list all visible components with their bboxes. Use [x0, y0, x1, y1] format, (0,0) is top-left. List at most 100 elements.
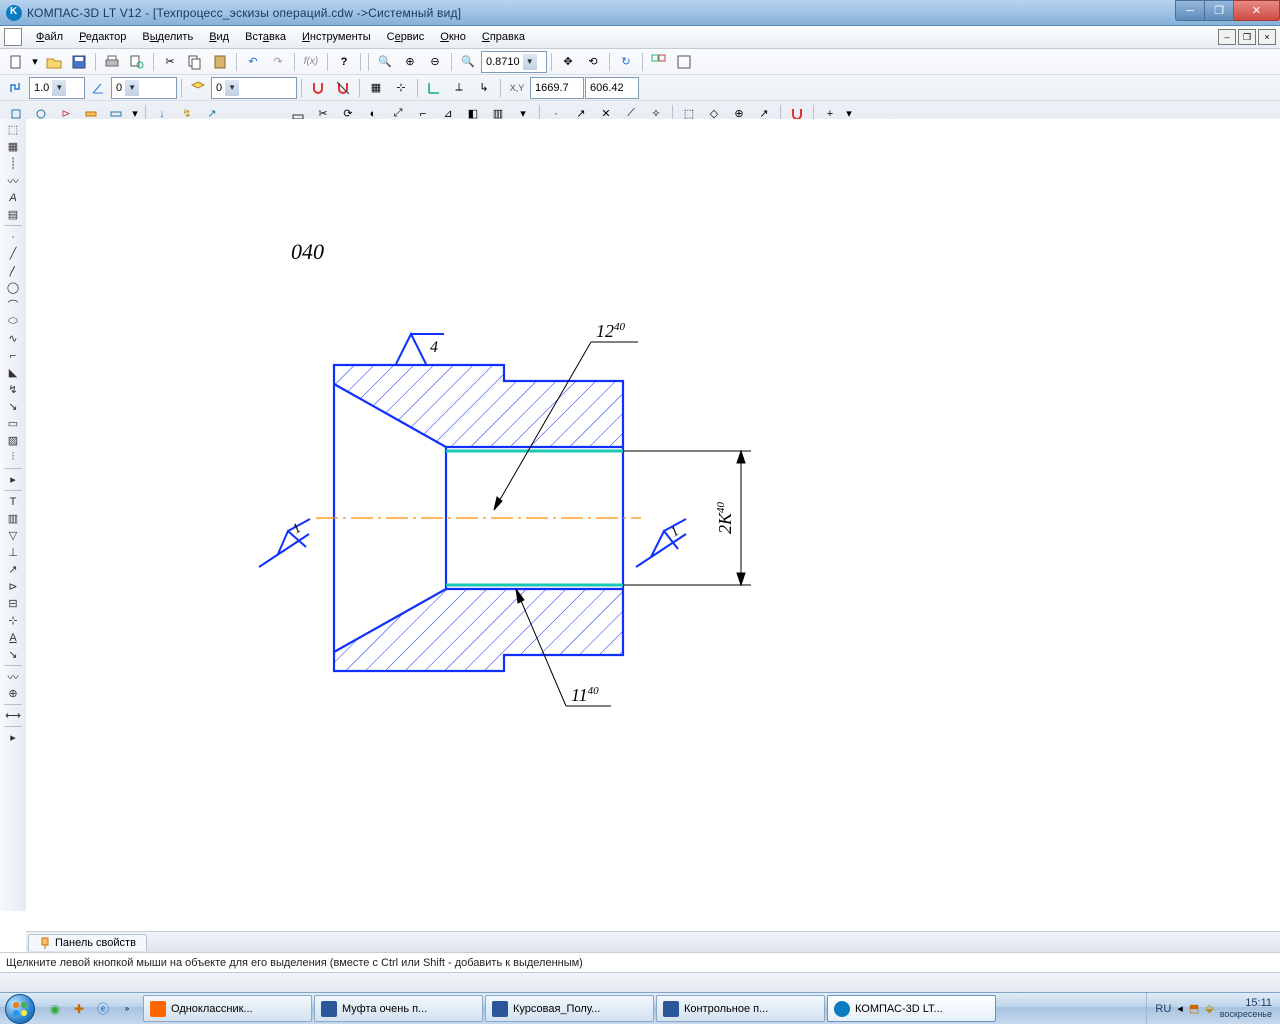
vtool-dim[interactable]: ⟷ — [2, 707, 24, 724]
vtool-fillet[interactable]: ⌐ — [2, 347, 24, 364]
preview-button[interactable] — [125, 50, 149, 74]
views-button[interactable] — [647, 50, 671, 74]
lcs-button[interactable] — [422, 76, 446, 100]
pan-button[interactable]: ✥ — [556, 50, 580, 74]
vtool-center[interactable]: ⊹ — [2, 612, 24, 629]
zoom-combo[interactable]: 0.8710▼ — [481, 51, 547, 73]
vtool-stamp[interactable]: A — [2, 629, 24, 646]
tray-icon-2[interactable]: ⬒ — [1189, 1002, 1199, 1015]
layers-button[interactable] — [186, 76, 210, 100]
step-button[interactable] — [4, 76, 28, 100]
ortho-button[interactable]: ⟂ — [447, 76, 471, 100]
undo-button[interactable]: ↶ — [241, 50, 265, 74]
task-item-0[interactable]: Одноклассник... — [143, 995, 312, 1022]
menu-window[interactable]: Окно — [432, 28, 474, 46]
vtool-spline[interactable]: ∿ — [2, 330, 24, 347]
start-button[interactable] — [0, 993, 40, 1024]
vtool-curve[interactable]: 〰 — [2, 172, 24, 189]
menu-tools[interactable]: Инструменты — [294, 28, 379, 46]
magnet1-button[interactable] — [306, 76, 330, 100]
vtool-chamfer[interactable]: ◣ — [2, 364, 24, 381]
menu-file[interactable]: Файл — [28, 28, 71, 46]
vtool-expand[interactable]: ▸ — [2, 471, 24, 488]
layer-combo[interactable]: 0▼ — [211, 77, 297, 99]
views2-button[interactable] — [672, 50, 696, 74]
window-maximize-button[interactable]: ❐ — [1205, 0, 1234, 21]
fx-button[interactable]: f(x) — [299, 50, 323, 74]
ql-utorrent-icon[interactable]: ◉ — [44, 997, 66, 1021]
vtool-text[interactable]: A — [2, 189, 24, 206]
vtool-base[interactable]: ⊥ — [2, 544, 24, 561]
task-item-3[interactable]: Контрольное п... — [656, 995, 825, 1022]
vtool-dash[interactable]: ┊ — [2, 155, 24, 172]
open-button[interactable] — [42, 50, 66, 74]
new-dropdown-icon[interactable]: ▾ — [29, 50, 41, 74]
vtool-rect[interactable]: ▭ — [2, 415, 24, 432]
vtool-expand2[interactable]: ▸ — [2, 729, 24, 746]
vtool-autoline2[interactable]: ↘ — [2, 398, 24, 415]
vtool-layers[interactable]: ▥ — [2, 510, 24, 527]
vtool-ellipse[interactable]: ⬭ — [2, 313, 24, 330]
clock[interactable]: 15:11 воскресенье — [1220, 998, 1272, 1019]
vtool-table[interactable]: ▤ — [2, 206, 24, 223]
tray-icon-1[interactable]: ◂ — [1177, 1002, 1183, 1015]
menu-service[interactable]: Сервис — [379, 28, 433, 46]
grid-snap-button[interactable]: ⊹ — [389, 76, 413, 100]
help-pointer-button[interactable]: ? — [332, 50, 356, 74]
ql-plus-icon[interactable]: ✚ — [68, 997, 90, 1021]
angle-button[interactable] — [86, 76, 110, 100]
vtool-mark[interactable]: ⊳ — [2, 578, 24, 595]
vtool-hatch[interactable]: ▨ — [2, 432, 24, 449]
vtool-select[interactable]: ⬚ — [2, 121, 24, 138]
print-button[interactable] — [100, 50, 124, 74]
task-item-4[interactable]: КОМПАС-3D LT... — [827, 995, 996, 1022]
vtool-line[interactable]: ╱ — [2, 245, 24, 262]
vtool-point[interactable]: · — [2, 228, 24, 245]
window-close-button[interactable]: ✕ — [1234, 0, 1280, 21]
vtool-wave[interactable]: 〰 — [2, 668, 24, 685]
zoom-in-button[interactable]: ⊕ — [398, 50, 422, 74]
mdi-minimize-button[interactable]: – — [1218, 29, 1236, 45]
save-button[interactable] — [67, 50, 91, 74]
mdi-restore-button[interactable]: ❐ — [1238, 29, 1256, 45]
copy-button[interactable] — [183, 50, 207, 74]
task-item-1[interactable]: Муфта очень п... — [314, 995, 483, 1022]
refresh-button[interactable]: ↻ — [614, 50, 638, 74]
vtool-leader[interactable]: ↗ — [2, 561, 24, 578]
menu-view[interactable]: Вид — [201, 28, 237, 46]
ql-more-icon[interactable]: » — [116, 997, 138, 1021]
window-minimize-button[interactable]: ─ — [1175, 0, 1205, 21]
menu-insert[interactable]: Вставка — [237, 28, 294, 46]
properties-panel-tab[interactable]: Панель свойств — [28, 934, 147, 951]
language-indicator[interactable]: RU — [1155, 1003, 1171, 1015]
zoom-out-button[interactable]: ⊖ — [423, 50, 447, 74]
ql-ie-icon[interactable]: ⓔ — [92, 997, 114, 1021]
menu-editor[interactable]: Редактор — [71, 28, 134, 46]
zoom-prev-button[interactable]: ⟲ — [581, 50, 605, 74]
vtool-centerline[interactable]: ⊕ — [2, 685, 24, 702]
vtool-textblock[interactable]: T — [2, 493, 24, 510]
tray-icon-3[interactable]: ⬙ — [1205, 1002, 1213, 1015]
coord-y-input[interactable]: 606.42 — [585, 77, 639, 99]
round-button[interactable]: ↳ — [472, 76, 496, 100]
zoom-area-button[interactable]: 🔍 — [373, 50, 397, 74]
grid-button[interactable]: ▦ — [364, 76, 388, 100]
vtool-arc[interactable]: ⌒ — [2, 296, 24, 313]
coord-x-input[interactable]: 1669.7 — [530, 77, 584, 99]
vtool-circle[interactable]: ◯ — [2, 279, 24, 296]
menu-help[interactable]: Справка — [474, 28, 533, 46]
redo-button[interactable]: ↷ — [266, 50, 290, 74]
mdi-close-button[interactable]: × — [1258, 29, 1276, 45]
new-button[interactable] — [4, 50, 28, 74]
vtool-grid[interactable]: ▦ — [2, 138, 24, 155]
vtool-rough[interactable]: ▽ — [2, 527, 24, 544]
vtool-arrow[interactable]: ↘ — [2, 646, 24, 663]
linewidth-combo[interactable]: 1.0▼ — [29, 77, 85, 99]
cut-button[interactable]: ✂ — [158, 50, 182, 74]
paste-button[interactable] — [208, 50, 232, 74]
magnet2-button[interactable] — [331, 76, 355, 100]
zoom-fit-button[interactable]: 🔍 — [456, 50, 480, 74]
vtool-break[interactable]: ⫶ — [2, 449, 24, 466]
menu-select[interactable]: Выделить — [134, 28, 201, 46]
style-combo[interactable]: 0▼ — [111, 77, 177, 99]
